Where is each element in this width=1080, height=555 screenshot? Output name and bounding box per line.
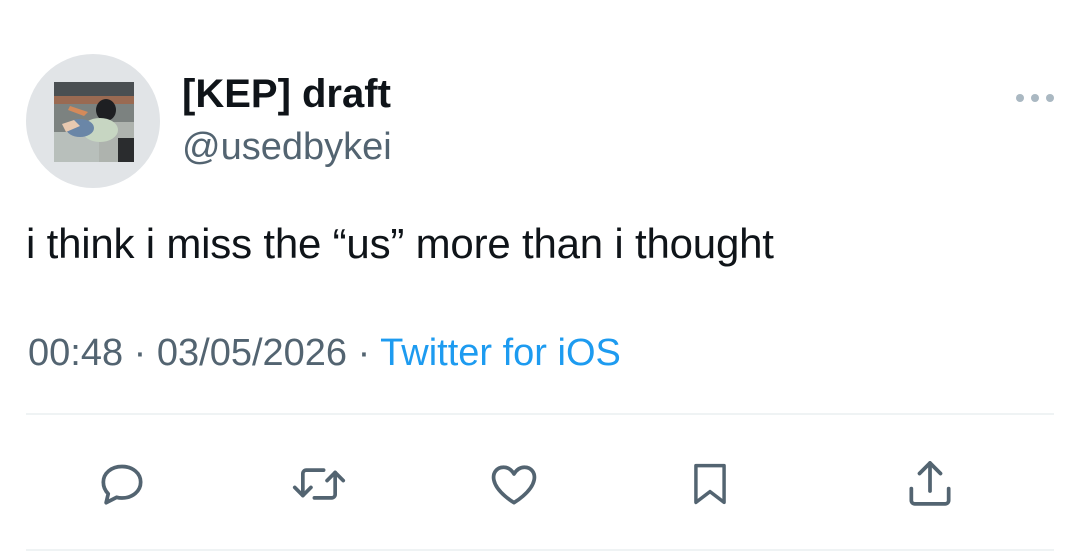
like-button[interactable] [482, 452, 546, 516]
retweet-icon [292, 468, 346, 500]
tweet-date: 03/05/2026 [156, 332, 348, 374]
divider [26, 413, 1054, 415]
tweet-source-link[interactable]: Twitter for iOS [380, 332, 621, 374]
tweet-detail: [KEP] draft @usedbykei i think i miss th… [0, 0, 1080, 555]
share-button[interactable] [898, 452, 962, 516]
retweet-button[interactable] [287, 452, 351, 516]
user-handle[interactable]: @usedbykei [182, 124, 392, 170]
divider [26, 549, 1054, 551]
heart-icon [491, 465, 537, 505]
reply-icon [101, 464, 143, 505]
more-dots-icon [1016, 94, 1054, 102]
tweet-text: i think i miss the “us” more than i thou… [26, 220, 774, 267]
reply-button[interactable] [90, 452, 154, 516]
share-icon [909, 461, 951, 506]
meta-separator: · [357, 332, 371, 374]
tweet-time: 00:48 [28, 332, 124, 374]
tweet-meta: 00:48 · 03/05/2026 · Twitter for iOS [28, 330, 621, 376]
meta-separator: · [133, 332, 147, 374]
avatar[interactable] [26, 54, 160, 188]
avatar-photo [54, 82, 134, 162]
bookmark-button[interactable] [678, 452, 742, 516]
display-name[interactable]: [KEP] draft [182, 70, 391, 118]
bookmark-icon [694, 463, 726, 505]
action-bar [0, 452, 1080, 516]
more-options-button[interactable] [1010, 86, 1060, 110]
